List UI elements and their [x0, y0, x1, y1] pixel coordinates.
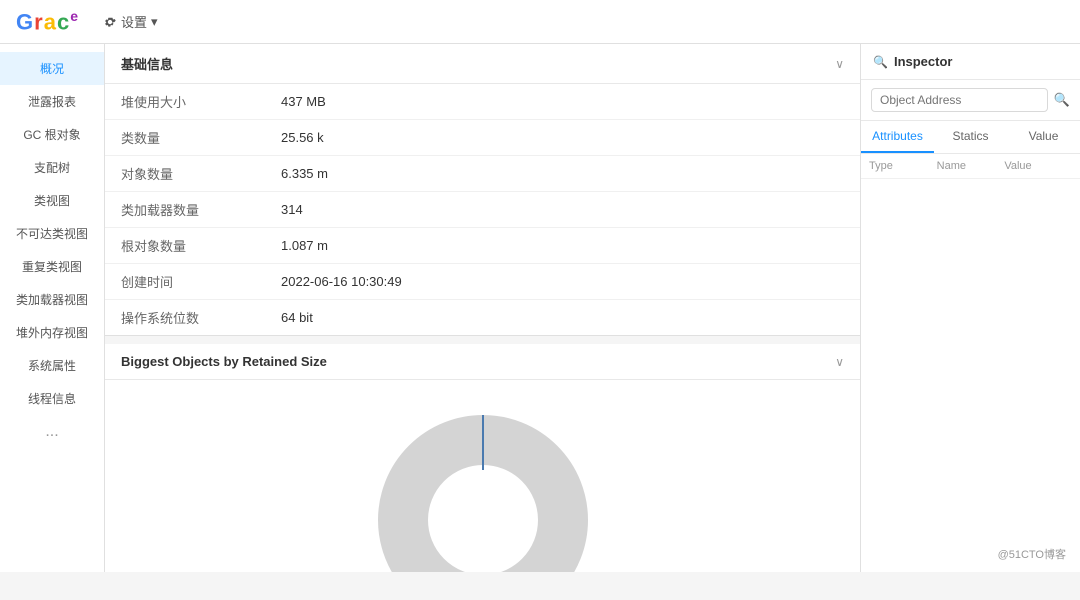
- row-value: 25.56 k: [265, 120, 860, 156]
- object-address-input[interactable]: [871, 88, 1048, 112]
- logo-a: a: [44, 9, 57, 34]
- sidebar-item-sys-props[interactable]: 系统属性: [0, 349, 104, 382]
- table-row: 对象数量 6.335 m: [105, 156, 860, 192]
- col-value: Value: [1004, 160, 1072, 172]
- row-label: 根对象数量: [105, 228, 265, 264]
- row-label: 操作系统位数: [105, 300, 265, 336]
- row-value: 314: [265, 192, 860, 228]
- inspector-icon: 🔍: [873, 55, 888, 69]
- sidebar: 概况 泄露报表 GC 根对象 支配树 类视图 不可达类视图 重复类视图 类加载器…: [0, 44, 105, 572]
- watermark: @51CTO博客: [992, 544, 1072, 564]
- right-panel: 🔍 Inspector 🔍 Attributes Statics Value T…: [860, 44, 1080, 572]
- table-row: 操作系统位数 64 bit: [105, 300, 860, 336]
- sidebar-more: ...: [0, 415, 104, 449]
- sidebar-item-dominator-tree[interactable]: 支配树: [0, 151, 104, 184]
- row-label: 类加载器数量: [105, 192, 265, 228]
- row-label: 堆使用大小: [105, 84, 265, 120]
- row-label: 创建时间: [105, 264, 265, 300]
- inspector-search: 🔍: [861, 80, 1080, 121]
- sidebar-item-unreachable-class[interactable]: 不可达类视图: [0, 217, 104, 250]
- gear-icon: [103, 15, 117, 29]
- sidebar-item-class-view[interactable]: 类视图: [0, 184, 104, 217]
- tab-value[interactable]: Value: [1007, 121, 1080, 153]
- basic-info-header[interactable]: 基础信息 ∨: [105, 44, 860, 84]
- inspector-header: 🔍 Inspector: [861, 44, 1080, 80]
- donut-chart: [343, 400, 623, 572]
- biggest-collapse-icon: ∨: [835, 355, 844, 369]
- row-value: 64 bit: [265, 300, 860, 336]
- app-header: Grace 设置 ▾: [0, 0, 1080, 44]
- sidebar-item-thread-info[interactable]: 线程信息: [0, 382, 104, 415]
- table-row: 堆使用大小 437 MB: [105, 84, 860, 120]
- row-label: 类数量: [105, 120, 265, 156]
- table-row: 创建时间 2022-06-16 10:30:49: [105, 264, 860, 300]
- table-row: 类加载器数量 314: [105, 192, 860, 228]
- table-row: 类数量 25.56 k: [105, 120, 860, 156]
- inspector-tabs: Attributes Statics Value: [861, 121, 1080, 154]
- row-value: 6.335 m: [265, 156, 860, 192]
- app-logo: Grace: [16, 8, 79, 35]
- basic-info-table: 堆使用大小 437 MB 类数量 25.56 k 对象数量 6.335 m 类加…: [105, 84, 860, 335]
- col-type: Type: [869, 160, 937, 172]
- main-layout: 概况 泄露报表 GC 根对象 支配树 类视图 不可达类视图 重复类视图 类加载器…: [0, 44, 1080, 572]
- logo-e: e: [70, 8, 79, 24]
- row-value: 2022-06-16 10:30:49: [265, 264, 860, 300]
- collapse-icon: ∨: [835, 57, 844, 71]
- sidebar-item-overview[interactable]: 概况: [0, 52, 104, 85]
- tab-attributes[interactable]: Attributes: [861, 121, 934, 153]
- biggest-objects-title: Biggest Objects by Retained Size: [121, 354, 327, 369]
- sidebar-item-gc-roots[interactable]: GC 根对象: [0, 118, 104, 151]
- content-area: 基础信息 ∨ 堆使用大小 437 MB 类数量 25.56 k 对象数量 6.3…: [105, 44, 860, 572]
- row-label: 对象数量: [105, 156, 265, 192]
- tab-statics[interactable]: Statics: [934, 121, 1007, 153]
- basic-info-title: 基础信息: [121, 54, 173, 73]
- settings-label: 设置: [121, 12, 147, 31]
- settings-arrow: ▾: [151, 14, 158, 30]
- col-name: Name: [937, 160, 1005, 172]
- table-row: 根对象数量 1.087 m: [105, 228, 860, 264]
- sidebar-item-leak-report[interactable]: 泄露报表: [0, 85, 104, 118]
- row-value: 1.087 m: [265, 228, 860, 264]
- settings-menu[interactable]: 设置 ▾: [103, 12, 158, 31]
- biggest-objects-section: Biggest Objects by Retained Size ∨: [105, 344, 860, 572]
- basic-info-section: 基础信息 ∨ 堆使用大小 437 MB 类数量 25.56 k 对象数量 6.3…: [105, 44, 860, 336]
- logo-g: G: [16, 9, 34, 34]
- logo-c: c: [57, 9, 70, 34]
- sidebar-item-off-heap[interactable]: 堆外内存视图: [0, 316, 104, 349]
- sidebar-item-classloader[interactable]: 类加载器视图: [0, 283, 104, 316]
- row-value: 437 MB: [265, 84, 860, 120]
- biggest-objects-header[interactable]: Biggest Objects by Retained Size ∨: [105, 344, 860, 380]
- sidebar-item-duplicate-class[interactable]: 重复类视图: [0, 250, 104, 283]
- search-button[interactable]: 🔍: [1054, 92, 1070, 108]
- chart-area: [105, 380, 860, 572]
- inspector-title: Inspector: [894, 54, 953, 69]
- logo-r: r: [34, 9, 44, 34]
- inspector-columns: Type Name Value: [861, 154, 1080, 179]
